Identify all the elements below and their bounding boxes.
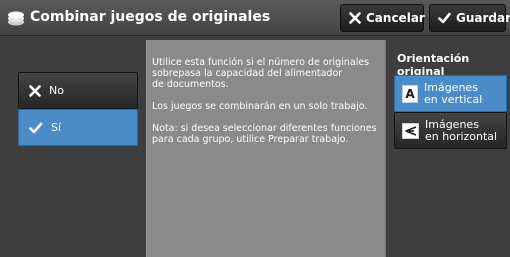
option-no-label: No [49, 84, 64, 97]
title-bar: Combinar juegos de originales Cancelar G… [0, 0, 510, 36]
stacked-pages-icon [6, 8, 26, 28]
x-icon [29, 84, 41, 97]
checkmark-icon [29, 122, 43, 134]
landscape-page-icon [402, 122, 419, 139]
option-si-label: Sí [51, 121, 62, 134]
portrait-page-icon: A [402, 84, 418, 103]
option-no-button[interactable]: No [18, 72, 138, 109]
x-icon [349, 12, 361, 24]
page-title: Combinar juegos de originales [30, 9, 271, 25]
cancel-button[interactable]: Cancelar [340, 4, 425, 32]
orientation-vertical-label: Imágenes en vertical [424, 80, 483, 106]
save-label: Guardar [456, 11, 510, 25]
cancel-label: Cancelar [366, 11, 425, 25]
description-text: Utilice esta función si el número de ori… [152, 57, 377, 145]
option-si-button[interactable]: Sí [18, 109, 138, 146]
checkmark-icon [438, 12, 451, 24]
orientation-vertical-button[interactable]: A Imágenes en vertical [394, 75, 507, 112]
description-panel: Utilice esta función si el número de ori… [146, 40, 386, 257]
save-button[interactable]: Guardar [429, 4, 510, 32]
orientation-horizontal-label: Imágenes en horizontal [425, 117, 498, 143]
orientation-horizontal-button[interactable]: Imágenes en horizontal [394, 112, 507, 149]
